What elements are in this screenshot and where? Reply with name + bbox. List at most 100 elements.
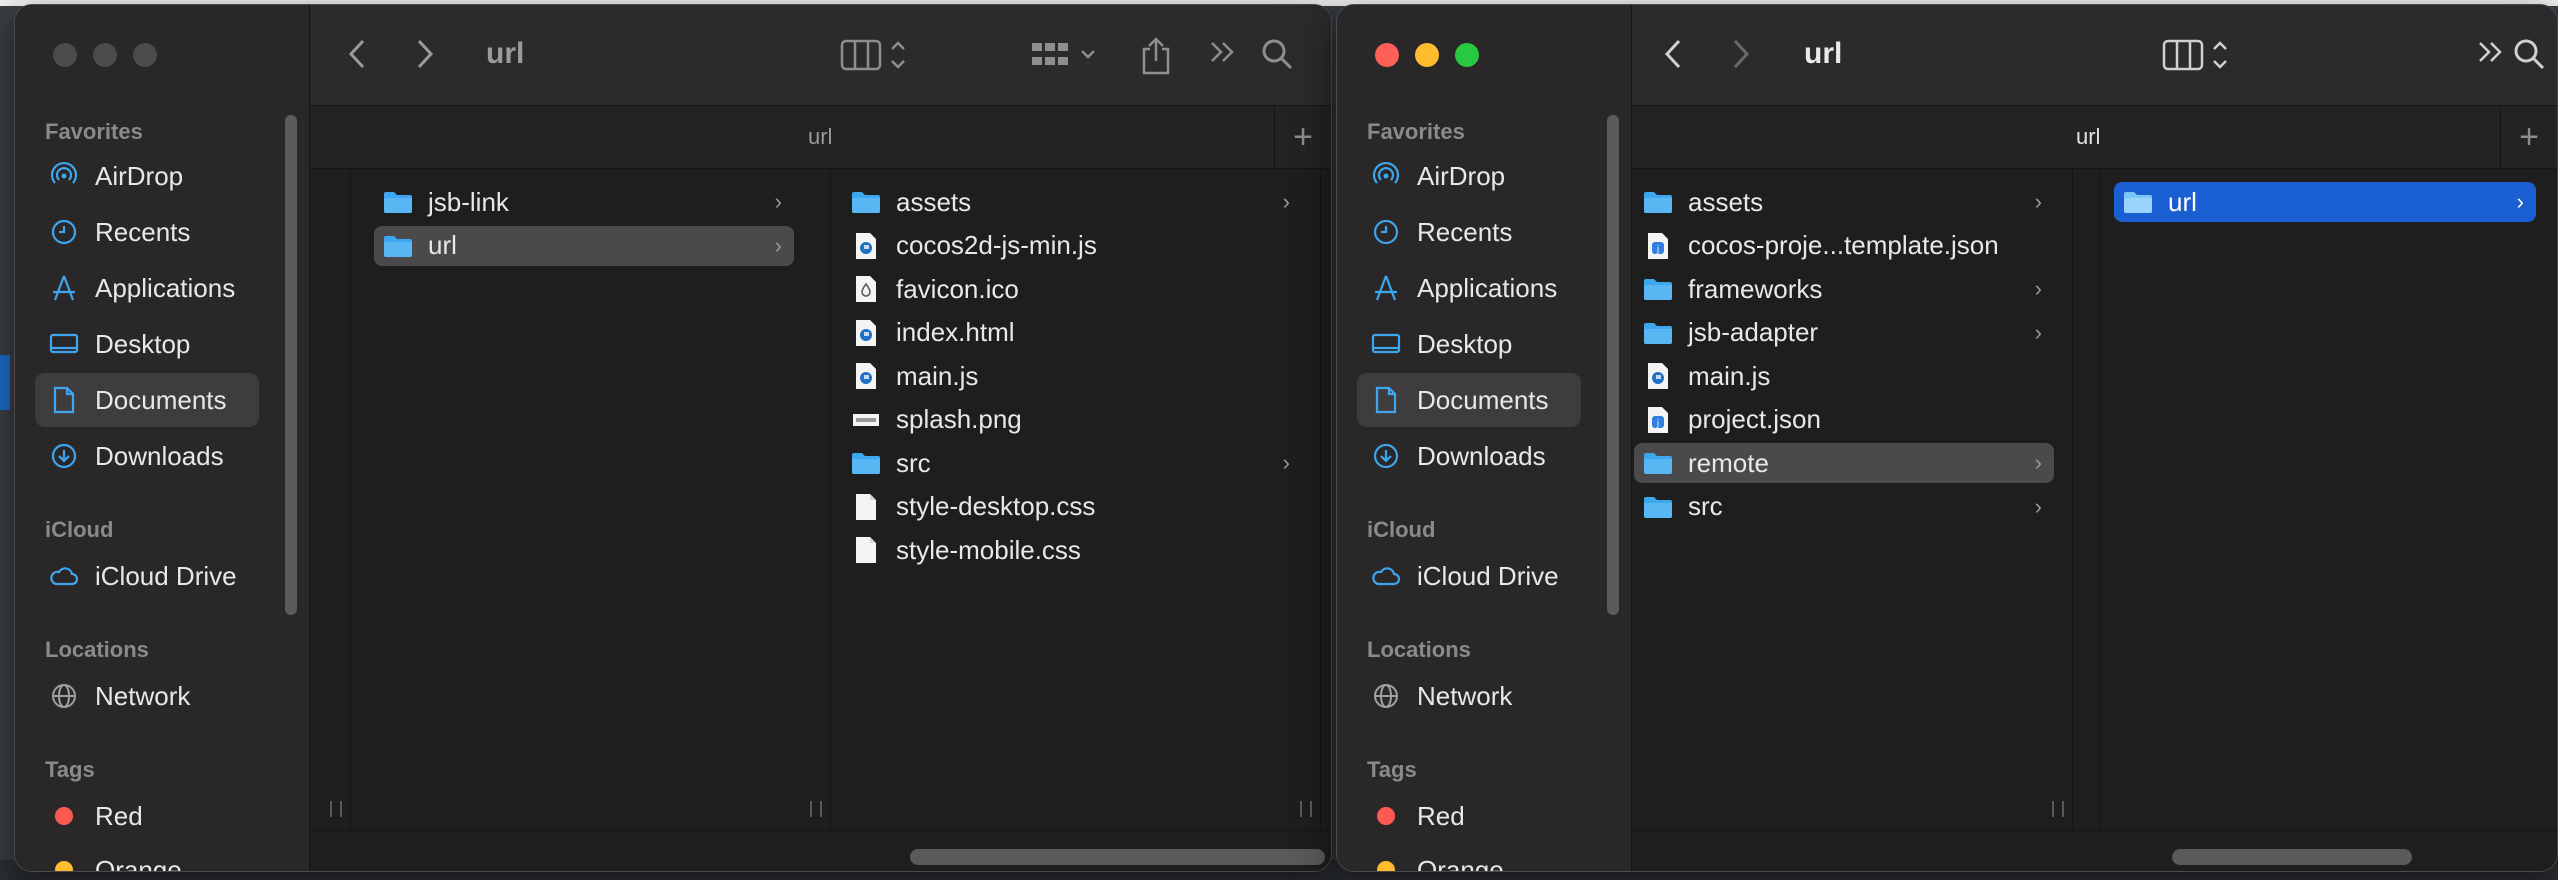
forward-button[interactable] [414,37,436,71]
folder-row[interactable]: assets › [1634,182,2054,222]
document-icon [1369,383,1403,417]
column-partial [310,168,351,831]
sidebar-tag-orange[interactable]: Orange [1357,843,1581,871]
sidebar-item-airdrop[interactable]: AirDrop [1357,149,1581,203]
column-resize-handle[interactable] [810,801,822,817]
zoom-button[interactable] [133,43,157,67]
sidebar-item-recents[interactable]: Recents [35,205,259,259]
sidebar-item-documents[interactable]: Documents [1357,373,1581,427]
close-button[interactable] [1375,43,1399,67]
toolbar: url [310,5,1331,105]
sidebar-item-label: Applications [95,272,236,303]
file-row[interactable]: main.js [1634,356,2054,396]
new-tab-button[interactable]: + [1274,106,1331,168]
json-file-icon: j [1642,406,1674,434]
item-name: assets [1688,186,1764,217]
sidebar-item-downloads[interactable]: Downloads [1357,429,1581,483]
sidebar-item-desktop[interactable]: Desktop [35,317,259,371]
file-row[interactable]: favicon.ico [842,269,1302,309]
tab-url[interactable]: url [2076,124,2100,150]
sidebar-item-network[interactable]: Network [1357,669,1581,723]
document-file-icon [850,493,882,521]
search-icon[interactable] [2512,37,2546,71]
sidebar-item-downloads[interactable]: Downloads [35,429,259,483]
sidebar-item-applications[interactable]: Applications [1357,261,1581,315]
clock-icon [1369,215,1403,249]
file-row[interactable]: cocos2d-js-min.js [842,226,1302,266]
file-row[interactable]: style-desktop.css [842,487,1302,527]
column-2: url › [2100,168,2557,831]
forward-button[interactable] [1730,37,1752,71]
sidebar-item-label: Network [95,680,191,711]
sidebar-tag-red[interactable]: Red [35,789,259,843]
view-columns-button[interactable] [2162,37,2232,73]
sidebar-item-label: Network [1417,680,1513,711]
json-file-icon: j [1642,232,1674,260]
tab-bar: url + [310,105,1331,169]
folder-row[interactable]: url › [374,225,794,266]
search-icon[interactable] [1260,37,1294,71]
sidebar-item-airdrop[interactable]: AirDrop [35,149,259,203]
minimize-button[interactable] [1415,43,1439,67]
sidebar-item-icloud-drive[interactable]: iCloud Drive [1357,549,1581,603]
folder-row[interactable]: jsb-link › [374,182,794,222]
sidebar-item-network[interactable]: Network [35,669,259,723]
group-button[interactable] [1030,37,1100,73]
sidebar-scrollbar[interactable] [285,115,297,615]
sidebar-item-label: Downloads [95,440,224,471]
back-button[interactable] [1662,37,1684,71]
chevron-right-icon: › [2516,189,2524,214]
folder-icon [1642,275,1674,303]
sidebar-item-desktop[interactable]: Desktop [1357,317,1581,371]
folder-row[interactable]: src › [842,443,1302,483]
horizontal-scrollbar[interactable] [910,849,1325,865]
folder-row[interactable]: jsb-adapter › [1634,313,2054,353]
sidebar-item-recents[interactable]: Recents [1357,205,1581,259]
more-icon[interactable] [1208,37,1238,67]
item-name: favicon.ico [896,273,1019,304]
finder-window-left: Favorites iCloud iCloud Drive Locations … [14,4,1332,872]
zoom-button[interactable] [1455,43,1479,67]
folder-icon [2122,188,2154,216]
folder-icon [850,188,882,216]
new-tab-button[interactable]: + [2500,106,2557,168]
share-icon[interactable] [1140,37,1172,75]
file-row[interactable]: main.js [842,356,1302,396]
sidebar-tag-red[interactable]: Red [1357,789,1581,843]
close-button[interactable] [53,43,77,67]
horizontal-scrollbar[interactable] [2172,849,2412,865]
folder-row[interactable]: remote › [1634,443,2054,483]
file-row[interactable]: splash.png [842,400,1302,440]
minimize-button[interactable] [93,43,117,67]
applications-icon [47,271,81,305]
svg-text:j: j [1656,245,1660,255]
folder-row[interactable]: frameworks › [1634,269,2054,309]
item-name: splash.png [896,404,1022,434]
more-icon[interactable] [2476,37,2506,67]
applications-icon [1369,271,1403,305]
file-row[interactable]: j project.json [1634,400,2054,440]
sidebar-tag-orange[interactable]: Orange [35,843,259,871]
tab-url[interactable]: url [808,124,832,150]
folder-row[interactable]: assets › [842,182,1302,222]
sidebar-item-icloud-drive[interactable]: iCloud Drive [35,549,259,603]
sidebar-item-documents[interactable]: Documents [35,373,259,427]
column-resize-handle[interactable] [1300,801,1312,817]
back-button[interactable] [346,37,368,71]
file-row[interactable]: style-mobile.css [842,530,1302,570]
folder-row[interactable]: url › [2114,182,2536,222]
folder-row[interactable]: src › [1634,487,2054,527]
sidebar-scrollbar[interactable] [1607,115,1619,615]
desktop-icon [47,327,81,361]
cloud-icon [47,559,81,593]
browser-area: url url + jsb-link › url › assets › cocos2d-j… [310,5,1331,871]
view-columns-button[interactable] [840,37,910,73]
column-resize-handle[interactable] [2052,801,2064,817]
file-row[interactable]: index.html [842,313,1302,353]
folder-icon [1642,493,1674,521]
chevron-right-icon: › [2034,276,2042,301]
sidebar-item-label: Desktop [1417,328,1513,359]
sidebar-item-applications[interactable]: Applications [35,261,259,315]
file-row[interactable]: j cocos-proje...template.json [1634,226,2054,266]
column-resize-handle[interactable] [330,801,342,817]
